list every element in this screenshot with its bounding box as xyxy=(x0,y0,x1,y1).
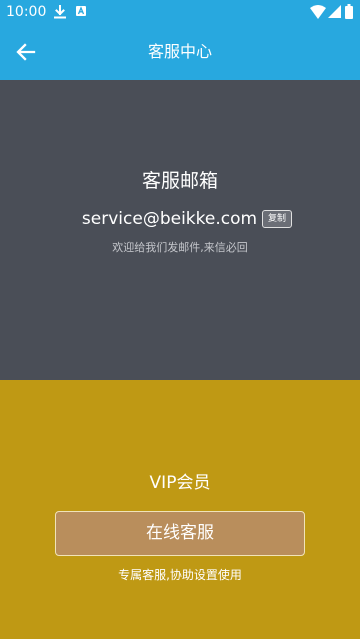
vip-note: 专属客服,协助设置使用 xyxy=(118,568,242,582)
wifi-icon xyxy=(310,5,326,19)
vip-section: VIP会员 在线客服 专属客服,协助设置使用 xyxy=(0,380,360,639)
arrow-left-icon xyxy=(16,43,36,61)
online-service-button[interactable]: 在线客服 xyxy=(55,511,305,556)
service-email-heading: 客服邮箱 xyxy=(141,170,218,192)
service-email-address: service@beikke.com xyxy=(81,209,258,229)
email-note: 欢迎给我们发邮件,来信必回 xyxy=(112,241,248,254)
a-notification-icon xyxy=(76,6,86,16)
vip-heading: VIP会员 xyxy=(149,473,211,493)
back-button[interactable] xyxy=(6,32,46,72)
status-bar: 10:00 xyxy=(0,0,360,24)
copy-email-button[interactable]: 复制 xyxy=(262,210,293,228)
email-row: service@beikke.com 复制 xyxy=(0,207,360,231)
battery-icon xyxy=(345,4,353,19)
app-bar: 客服中心 xyxy=(0,24,360,80)
status-time: 10:00 xyxy=(6,4,47,20)
download-icon xyxy=(54,5,66,19)
service-email-section: 客服邮箱 service@beikke.com 复制 欢迎给我们发邮件,来信必回 xyxy=(0,80,360,380)
signal-icon xyxy=(328,5,341,18)
page-title: 客服中心 xyxy=(147,42,212,61)
customer-service-screen: 10:00 客服中心 客服邮箱 service@beikke.com 复制 欢迎… xyxy=(0,0,360,639)
